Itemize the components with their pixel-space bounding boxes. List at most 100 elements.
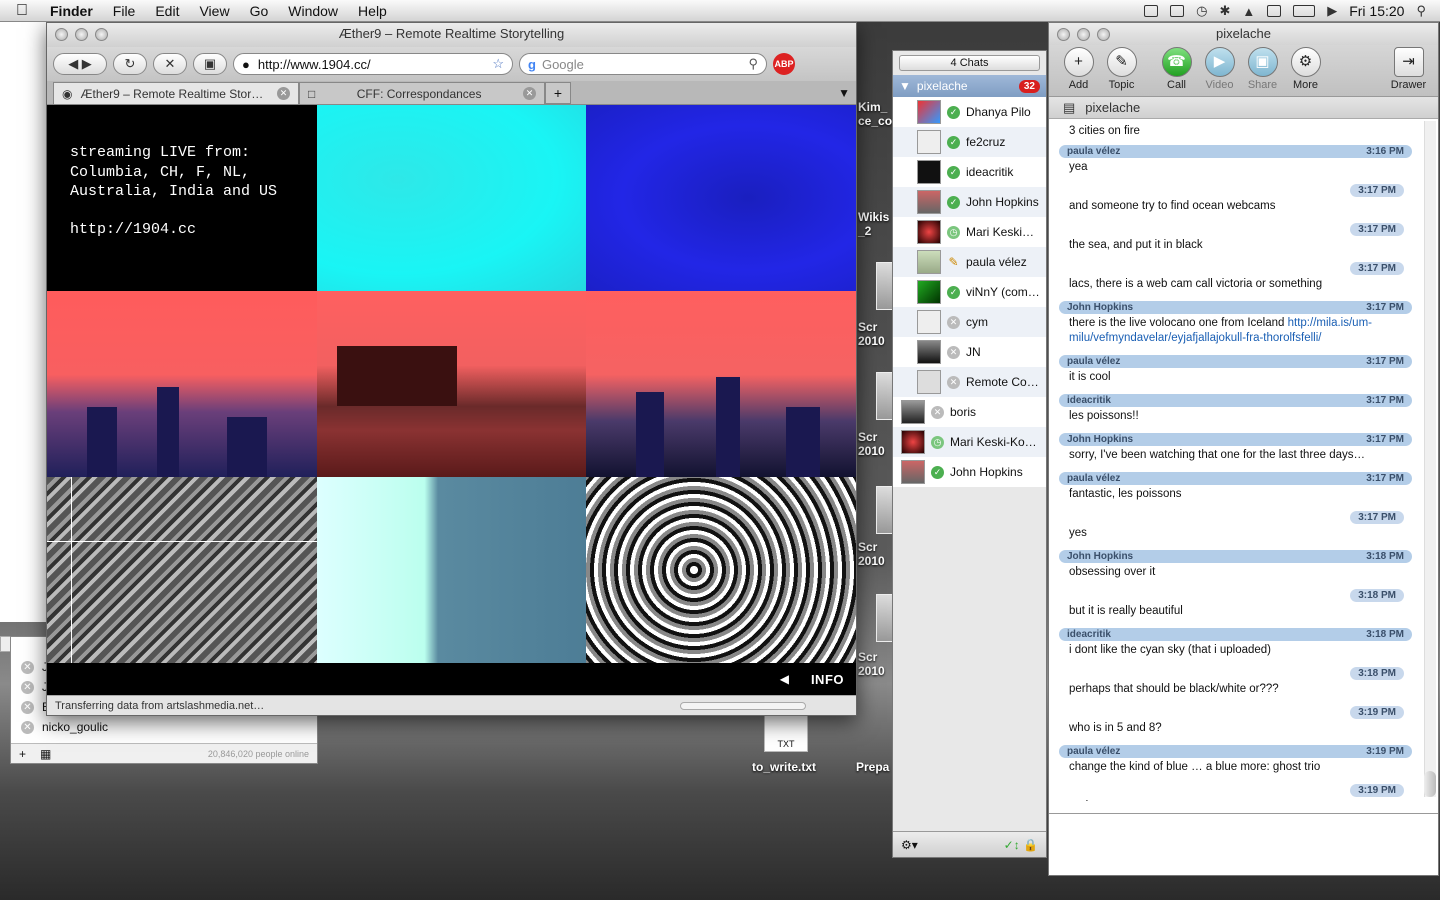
share-button[interactable]: ▣ Share [1241,47,1284,91]
video-feed-satellite[interactable] [47,477,317,663]
add-contact-icon[interactable]: + [19,747,26,761]
volume-icon[interactable]: ◀ [780,672,789,686]
video-feed-plants[interactable] [586,477,856,663]
video-feed-towers[interactable] [586,291,856,477]
contact-item[interactable]: ✓ fe2cruz [893,127,1046,157]
home-icon[interactable]: ▣ [193,53,227,75]
tab-cff[interactable]: □ CFF: Correspondances ✕ [299,82,545,104]
spotlight-icon[interactable]: ⚲ [1416,3,1426,19]
search-placeholder[interactable]: Google [542,57,743,72]
video-feed-blue-clouds[interactable] [586,105,856,291]
video-stream-grid[interactable]: streaming LIVE from: Columbia, CH, F, NL… [47,105,856,663]
menu-view[interactable]: View [189,3,239,19]
menu-help[interactable]: Help [348,3,397,19]
desktop-icon-label[interactable]: Wikis _2 [858,210,889,238]
desktop-icon-label[interactable]: Scr 2010 [858,430,885,458]
display-icon[interactable] [1170,5,1185,17]
contact-item[interactable]: ✕ JN [893,337,1046,367]
contact-item[interactable]: ✓ John Hopkins [893,457,1046,487]
menu-window[interactable]: Window [278,3,348,19]
desktop-icon-label[interactable]: to_write.txt [752,760,816,774]
url-text[interactable]: http://www.1904.cc/ [258,57,484,72]
stop-icon[interactable]: ✕ [153,53,187,75]
minimize-window-icon[interactable] [75,28,88,41]
new-tab-button[interactable]: + [545,82,571,104]
menu-clock[interactable]: Fri 15:20 [1349,3,1404,19]
contact-row[interactable]: ✕ nicko_goulic [11,717,317,737]
video-button[interactable]: ▶ Video [1198,47,1241,91]
contact-item[interactable]: ✕ cym [893,307,1046,337]
zoom-window-icon[interactable] [1097,28,1110,41]
wifi-icon[interactable]: ▲ [1242,4,1255,19]
remove-icon[interactable]: ✕ [21,720,34,734]
video-feed-boardwalk[interactable] [317,477,586,663]
menu-app-finder[interactable]: Finder [40,3,103,19]
text-file-icon[interactable]: TXT [764,714,808,752]
desktop-icon-label[interactable]: Scr 2010 [858,320,885,348]
group-header[interactable]: ▼ pixelache 32 [893,75,1046,97]
search-field[interactable]: g Google ⚲ [519,53,767,75]
minimize-window-icon[interactable] [1077,28,1090,41]
contact-item[interactable]: ✓ ideacritik [893,157,1046,187]
search-icon[interactable]: ⚲ [748,56,758,72]
desktop-icon-label[interactable]: Scr 2010 [858,540,885,568]
topic-button[interactable]: ✎ Topic [1100,47,1143,91]
info-button[interactable]: INFO [811,672,844,687]
calendar-icon[interactable] [1267,5,1282,17]
remove-icon[interactable]: ✕ [21,660,34,674]
scroll-thumb[interactable] [1424,771,1436,797]
adblock-icon[interactable]: ABP [773,53,795,75]
apple-menu-icon[interactable]:  [0,2,40,20]
background-window[interactable]: 24 [0,22,48,652]
drawer-button[interactable]: ⇥ Drawer [1387,47,1430,91]
menu-file[interactable]: File [103,3,146,19]
spaces-icon[interactable] [1144,5,1159,17]
back-forward-icon[interactable]: ◀ ▶ [53,53,107,75]
contact-item[interactable]: ◷ Mari Keski-Ko… [893,427,1046,457]
browser-titlebar[interactable]: Æther9 – Remote Realtime Storytelling [47,23,856,47]
tab-list-icon[interactable]: ▼ [838,86,850,100]
tab-aether9[interactable]: ◉ Æther9 – Remote Realtime Stor… ✕ [53,82,299,104]
disclosure-triangle-icon[interactable]: ▼ [899,79,911,93]
contact-item[interactable]: ✕ Remote Co… [893,367,1046,397]
contact-item[interactable]: ✓ Dhanya Pilo [893,97,1046,127]
desktop-icon-label[interactable]: Scr 2010 [858,650,885,678]
contact-item[interactable]: ✎ paula vélez [893,247,1046,277]
call-button[interactable]: ☎ Call [1155,47,1198,91]
zoom-window-icon[interactable] [95,28,108,41]
status-menu-icon[interactable]: ✓↕ 🔒 [1004,838,1038,852]
url-bar[interactable]: ● http://www.1904.cc/ ☆ [233,53,513,75]
contact-item[interactable]: ✓ viNnY (com… [893,277,1046,307]
bluetooth-icon[interactable]: ✱ [1219,3,1230,19]
menu-edit[interactable]: Edit [145,3,189,19]
more-button[interactable]: ⚙ More [1284,47,1327,91]
reload-icon[interactable]: ↻ [113,53,147,75]
close-tab-icon[interactable]: ✕ [523,87,536,100]
desktop-icon-label[interactable]: Kim_ ce_co [858,100,892,128]
close-window-icon[interactable] [1057,28,1070,41]
chat-titlebar[interactable]: pixelache [1049,23,1438,45]
video-feed-cyan-sky[interactable] [317,105,586,291]
gear-icon[interactable]: ⚙▾ [901,838,918,852]
time-machine-icon[interactable]: ◷ [1196,3,1207,19]
video-feed-harbour[interactable] [317,291,586,477]
contact-item[interactable]: ◷ Mari Keski… [893,217,1046,247]
bookmark-star-icon[interactable]: ☆ [492,56,504,72]
scrollbar[interactable] [1424,121,1436,797]
close-tab-icon[interactable]: ✕ [277,87,290,100]
volume-icon[interactable]: ▶ [1327,3,1337,19]
contact-item[interactable]: ✓ John Hopkins [893,187,1046,217]
close-window-icon[interactable] [55,28,68,41]
video-feed-city-skyline[interactable] [47,291,317,477]
remove-icon[interactable]: ✕ [21,700,34,714]
message-input[interactable] [1049,813,1438,875]
battery-icon[interactable] [1293,5,1316,17]
grid-icon[interactable]: ▦ [40,747,51,761]
contact-item[interactable]: ✕ boris [893,397,1046,427]
menu-go[interactable]: Go [240,3,279,19]
chat-log[interactable]: 3 cities on fire paula vélez 3:16 PM yea 3:… [1049,119,1438,801]
desktop-icon-label[interactable]: Prepa [856,760,889,774]
chats-selector[interactable]: 4 Chats [899,55,1040,71]
add-button[interactable]: + Add [1057,47,1100,91]
remove-icon[interactable]: ✕ [21,680,34,694]
